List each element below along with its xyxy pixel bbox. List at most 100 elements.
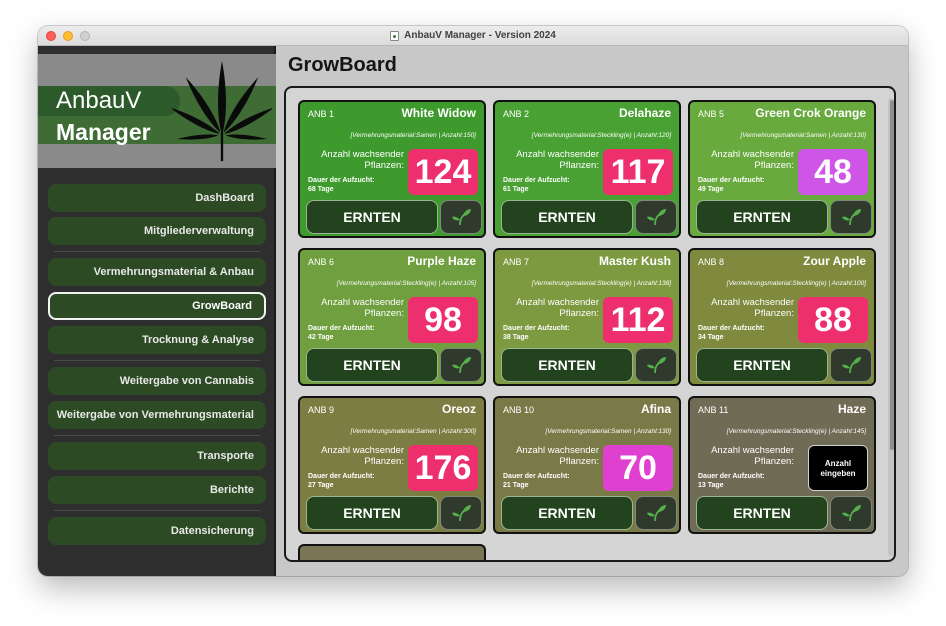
app-document-icon <box>390 30 400 41</box>
maximize-window-button[interactable] <box>80 31 90 41</box>
card-plants-label: Anzahl wachsender Pflanzen: <box>321 445 404 467</box>
card-material-info: [Vermehrungsmaterial:Samen | Anzahl:130] <box>545 428 672 435</box>
ernten-button[interactable]: ERNTEN <box>696 200 828 234</box>
plant-button[interactable] <box>830 200 872 234</box>
card-plants-label: Anzahl wachsender Pflanzen: <box>321 149 404 171</box>
card-material-info: [Vermehrungsmaterial:Steckling(e) | Anza… <box>726 428 866 435</box>
card-material-info: [Vermehrungsmaterial:Samen | Anzahl:130] <box>740 132 867 139</box>
sprout-icon <box>842 505 861 522</box>
card-plant-count[interactable]: 98 <box>408 297 478 343</box>
sidebar-divider <box>54 251 260 252</box>
sidebar-item-weitergabe-cannabis[interactable]: Weitergabe von Cannabis <box>48 367 266 395</box>
plant-button[interactable] <box>635 200 677 234</box>
card-strain-name: Haze <box>837 402 866 416</box>
card-plants-label: Anzahl wachsender Pflanzen: <box>711 445 794 467</box>
card-duration: Dauer der Aufzucht: 21 Tage <box>503 472 570 490</box>
sprout-icon <box>647 209 666 226</box>
sidebar-item-mitgliederverwaltung[interactable]: Mitgliederverwaltung <box>48 217 266 245</box>
sprout-icon <box>842 209 861 226</box>
logo-text-anbauv: AnbauV <box>38 86 180 116</box>
card-strain-name: Oreoz <box>441 402 476 416</box>
card-material-info: [Vermehrungsmaterial:Steckling(e) | Anza… <box>726 280 866 287</box>
card-duration: Dauer der Aufzucht: 13 Tage <box>698 472 765 490</box>
plant-button[interactable] <box>635 348 677 382</box>
card-duration-value: 38 Tage <box>503 334 529 341</box>
plant-button[interactable] <box>830 496 872 530</box>
card-duration-value: 42 Tage <box>308 334 334 341</box>
card-duration-label: Dauer der Aufzucht: <box>698 473 765 480</box>
card-plant-count[interactable]: 112 <box>603 297 673 343</box>
sidebar-item-vermehrungsmaterial-anbau[interactable]: Vermehrungsmaterial & Anbau <box>48 258 266 286</box>
card-duration: Dauer der Aufzucht: 49 Tage <box>698 176 765 194</box>
sprout-icon <box>452 209 471 226</box>
scrollbar-thumb[interactable] <box>890 100 894 450</box>
sidebar-item-datensicherung[interactable]: Datensicherung <box>48 517 266 545</box>
card-count-input[interactable]: Anzahl eingeben <box>808 445 868 491</box>
card-anb-number: ANB 8 <box>698 257 725 267</box>
close-window-button[interactable] <box>46 31 56 41</box>
card-anb-number: ANB 6 <box>308 257 335 267</box>
ernten-button[interactable]: ERNTEN <box>501 348 633 382</box>
card-strain-name: Master Kush <box>598 254 671 268</box>
card-anb-number: ANB 10 <box>503 405 535 415</box>
sidebar-divider <box>54 510 260 511</box>
ernten-button[interactable]: ERNTEN <box>306 496 438 530</box>
card-plants-label: Anzahl wachsender Pflanzen: <box>516 149 599 171</box>
card-duration-label: Dauer der Aufzucht: <box>698 325 765 332</box>
sidebar-item-trocknung-analyse[interactable]: Trocknung & Analyse <box>48 326 266 354</box>
card-duration-label: Dauer der Aufzucht: <box>308 325 375 332</box>
card-duration: Dauer der Aufzucht: 68 Tage <box>308 176 375 194</box>
card-plant-count[interactable]: 117 <box>603 149 673 195</box>
sidebar-item-weitergabe-vermehrungsmaterial[interactable]: Weitergabe von Vermehrungsmaterial <box>48 401 266 429</box>
card-duration-value: 68 Tage <box>308 186 334 193</box>
grow-card-partial <box>298 544 486 560</box>
card-duration-label: Dauer der Aufzucht: <box>308 473 375 480</box>
sidebar-item-growboard[interactable]: GrowBoard <box>48 292 266 320</box>
plant-button[interactable] <box>440 496 482 530</box>
card-duration-value: 34 Tage <box>698 334 724 341</box>
card-material-info: [Vermehrungsmaterial:Steckling(e) | Anza… <box>531 280 671 287</box>
sprout-icon <box>842 357 861 374</box>
grow-card: ANB 2 Delahaze [Vermehrungsmaterial:Stec… <box>493 100 681 238</box>
sprout-icon <box>647 357 666 374</box>
grow-card: ANB 6 Purple Haze [Vermehrungsmaterial:S… <box>298 248 486 386</box>
card-plant-count[interactable]: 48 <box>798 149 868 195</box>
sidebar-item-dashboard[interactable]: DashBoard <box>48 184 266 212</box>
card-duration-label: Dauer der Aufzucht: <box>308 177 375 184</box>
card-plant-count[interactable]: 70 <box>603 445 673 491</box>
window-controls <box>46 31 90 41</box>
sidebar-item-transporte[interactable]: Transporte <box>48 442 266 470</box>
card-duration: Dauer der Aufzucht: 34 Tage <box>698 324 765 342</box>
ernten-button[interactable]: ERNTEN <box>306 348 438 382</box>
card-plant-count[interactable]: 88 <box>798 297 868 343</box>
plant-button[interactable] <box>635 496 677 530</box>
growboard-panel: ANB 1 White Widow [Vermehrungsmaterial:S… <box>284 86 896 562</box>
card-plant-count[interactable]: 124 <box>408 149 478 195</box>
ernten-button[interactable]: ERNTEN <box>696 496 828 530</box>
ernten-button[interactable]: ERNTEN <box>306 200 438 234</box>
plant-button[interactable] <box>440 348 482 382</box>
card-material-info: [Vermehrungsmaterial:Steckling(e) | Anza… <box>531 132 671 139</box>
title-bar: AnbauV Manager - Version 2024 <box>38 26 908 46</box>
ernten-button[interactable]: ERNTEN <box>501 496 633 530</box>
sprout-icon <box>452 505 471 522</box>
card-plants-label: Anzahl wachsender Pflanzen: <box>516 297 599 319</box>
card-anb-number: ANB 2 <box>503 109 530 119</box>
card-anb-number: ANB 1 <box>308 109 335 119</box>
sidebar-item-berichte[interactable]: Berichte <box>48 476 266 504</box>
card-duration: Dauer der Aufzucht: 42 Tage <box>308 324 375 342</box>
card-plants-label: Anzahl wachsender Pflanzen: <box>321 297 404 319</box>
grow-card: ANB 11 Haze [Vermehrungsmaterial:Steckli… <box>688 396 876 534</box>
window-title-wrap: AnbauV Manager - Version 2024 <box>390 30 556 41</box>
plant-button[interactable] <box>440 200 482 234</box>
ernten-button[interactable]: ERNTEN <box>696 348 828 382</box>
card-plant-count[interactable]: 176 <box>408 445 478 491</box>
card-duration-value: 61 Tage <box>503 186 529 193</box>
minimize-window-button[interactable] <box>63 31 73 41</box>
card-duration: Dauer der Aufzucht: 38 Tage <box>503 324 570 342</box>
plant-button[interactable] <box>830 348 872 382</box>
card-duration-value: 21 Tage <box>503 482 529 489</box>
grow-card: ANB 5 Green Crok Orange [Vermehrungsmate… <box>688 100 876 238</box>
card-anb-number: ANB 9 <box>308 405 335 415</box>
ernten-button[interactable]: ERNTEN <box>501 200 633 234</box>
